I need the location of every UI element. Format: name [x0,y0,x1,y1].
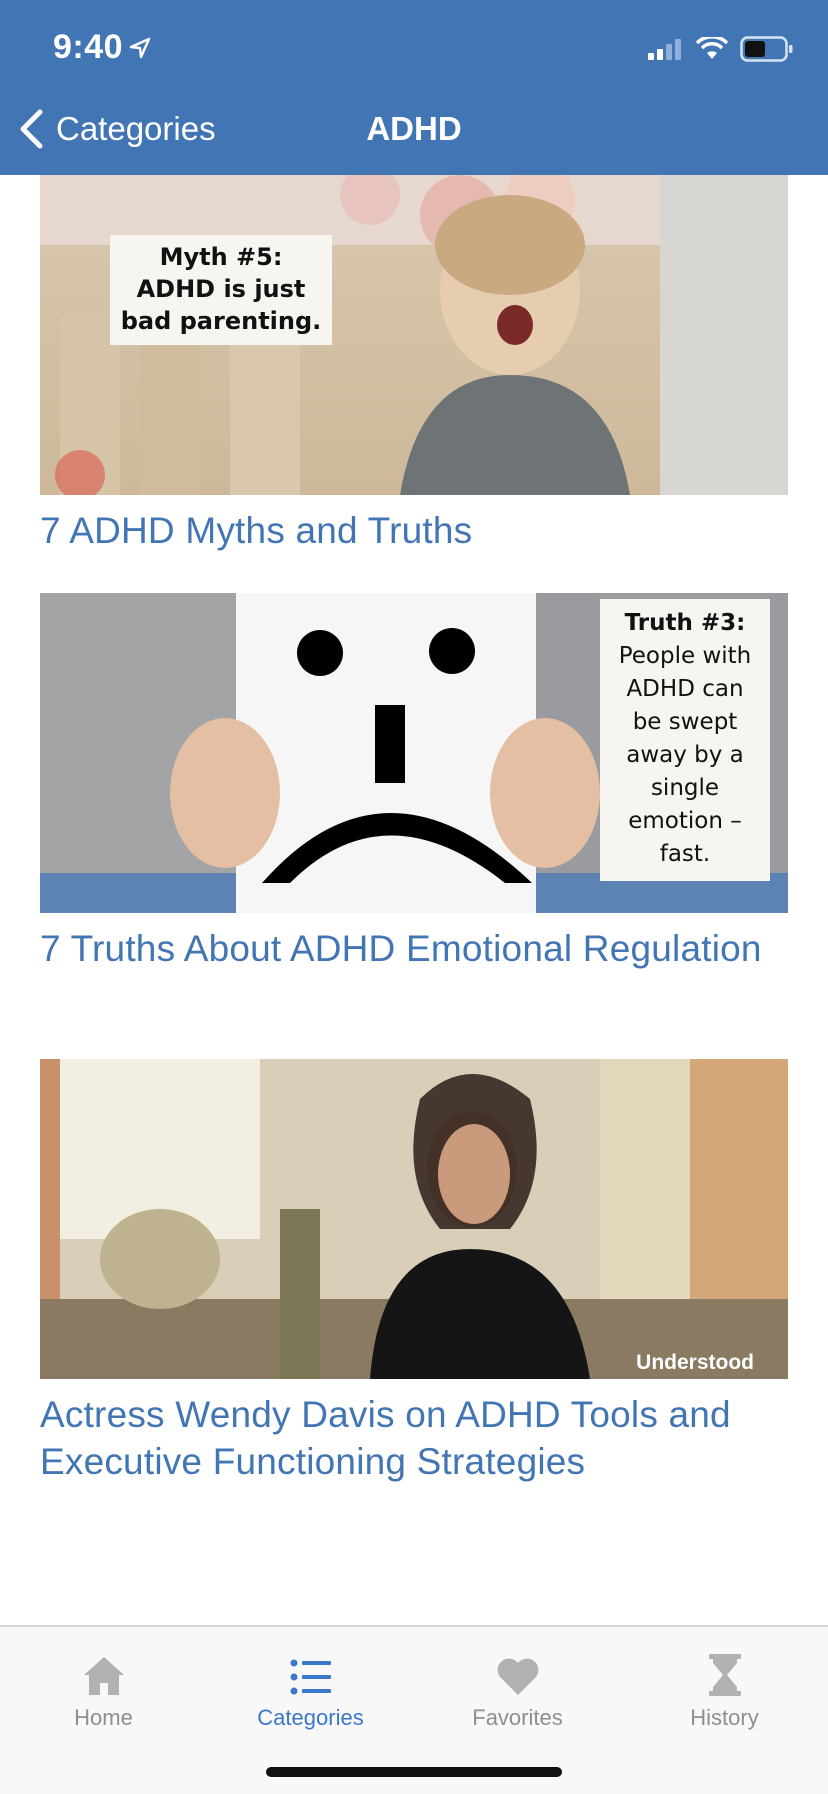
article-card[interactable]: Truth #3: People with ADHD can be swept … [40,593,788,972]
article-title[interactable]: 7 Truths About ADHD Emotional Regulation [40,925,788,972]
status-indicators [648,36,794,62]
video-still-image [40,1059,788,1379]
battery-icon [740,36,793,62]
home-indicator[interactable] [266,1767,562,1777]
caption-line: fast. [659,841,711,867]
home-icon [83,1657,124,1695]
article-thumbnail: Myth #5: ADHD is just bad parenting. [40,175,788,495]
caption-line: People with [618,643,752,669]
caption-line: away by a [626,742,744,768]
tab-favorites-label: Favorites [472,1705,563,1730]
caption-line: emotion – [628,808,742,834]
tab-home[interactable]: Home [0,1639,207,1731]
caption-line: be swept [632,709,738,735]
caption-line: bad parenting. [120,307,322,335]
cellular-signal-icon [648,39,681,60]
heart-icon [497,1658,538,1695]
navigation-bar: 9:40 Categories ADHD [0,0,828,175]
caption-line: Truth #3: [624,610,746,636]
tab-categories-label: Categories [257,1705,364,1730]
article-title[interactable]: 7 ADHD Myths and Truths [40,507,788,554]
understood-watermark: Understood [636,1351,754,1374]
caption-line: ADHD can [626,676,744,702]
tab-categories[interactable]: Categories [207,1639,414,1731]
article-card[interactable]: Understood Actress Wendy Davis on ADHD T… [40,1059,788,1485]
article-title[interactable]: Actress Wendy Davis on ADHD Tools and Ex… [40,1391,788,1485]
tab-history-label: History [690,1705,759,1730]
myth-caption: Myth #5: ADHD is just bad parenting. [110,235,332,345]
caption-line: ADHD is just [136,275,306,303]
truth-caption: Truth #3: People with ADHD can be swept … [600,599,770,881]
hourglass-icon [708,1654,741,1696]
status-time-text: 9:40 [53,28,124,66]
status-time: 9:40 [53,28,151,67]
location-arrow-icon [129,37,151,58]
page-title: ADHD [366,110,462,147]
tab-home-label: Home [74,1705,133,1730]
article-list[interactable]: Myth #5: ADHD is just bad parenting. 7 A… [0,175,828,1625]
tab-history[interactable]: History [621,1639,828,1731]
list-icon [290,1659,331,1695]
article-card[interactable]: Myth #5: ADHD is just bad parenting. 7 A… [40,175,788,554]
wifi-icon [696,37,728,59]
article-thumbnail: Understood [40,1059,788,1379]
caption-line: single [650,775,720,801]
caption-line: Myth #5: [159,243,283,271]
tab-favorites[interactable]: Favorites [414,1639,621,1731]
article-thumbnail: Truth #3: People with ADHD can be swept … [40,593,788,913]
